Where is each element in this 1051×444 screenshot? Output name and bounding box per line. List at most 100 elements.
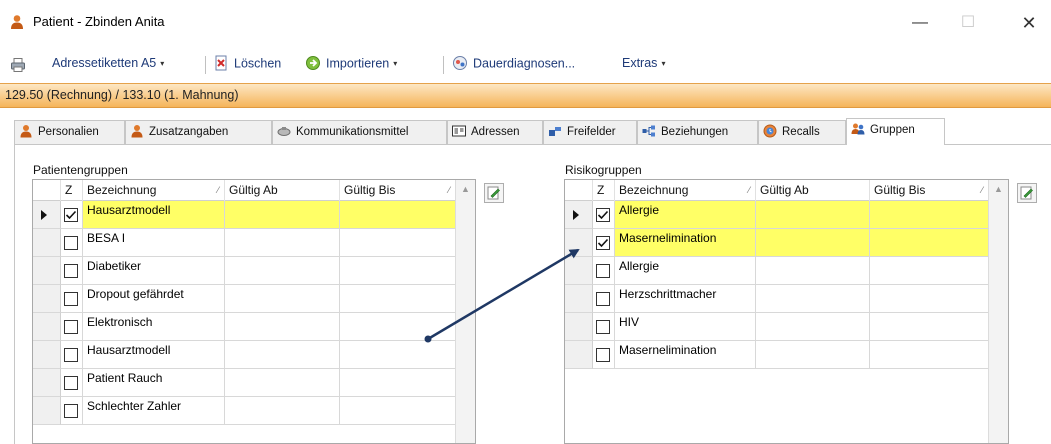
table-row[interactable]: Schlechter Zahler [33,397,455,425]
risk-groups-grid[interactable]: Z Bezeichnung ⁄ Gültig Ab Gültig Bis ⁄ All… [564,179,1009,444]
group-name-cell[interactable]: Elektronisch [83,313,225,341]
row-indicator[interactable] [33,313,61,341]
table-row[interactable]: Masernelimination [565,341,988,369]
group-name-cell[interactable]: Dropout gefährdet [83,285,225,313]
row-indicator[interactable] [33,285,61,313]
valid-to-cell[interactable] [340,369,455,397]
row-indicator[interactable] [33,229,61,257]
valid-from-cell[interactable] [225,313,340,341]
valid-from-cell[interactable] [225,257,340,285]
checkbox-checked[interactable] [596,236,610,250]
scroll-up-icon[interactable]: ▲ [461,184,470,194]
group-name-cell[interactable]: Hausarztmodell [83,201,225,229]
valid-to-cell[interactable] [340,313,455,341]
table-row[interactable]: Hausarztmodell [33,201,455,229]
valid-to-cell[interactable] [340,201,455,229]
column-header-valid-to[interactable]: Gültig Bis ⁄ [870,180,988,201]
tab-personalien[interactable]: Personalien [14,120,125,144]
chevron-down-icon[interactable]: ▾ [393,59,397,68]
valid-from-cell[interactable] [756,257,870,285]
checkbox-checked[interactable] [596,208,610,222]
maximize-button[interactable]: ☐ [945,8,991,38]
extras-menu[interactable]: Extras ▾ [622,56,665,74]
tab-beziehungen[interactable]: Beziehungen [637,120,758,144]
tab-adressen[interactable]: Adressen [447,120,543,144]
row-indicator[interactable] [33,369,61,397]
checkbox[interactable] [596,264,610,278]
valid-from-cell[interactable] [225,285,340,313]
checkbox[interactable] [596,348,610,362]
valid-to-cell[interactable] [870,229,988,257]
group-name-cell[interactable]: BESA I [83,229,225,257]
valid-to-cell[interactable] [340,397,455,425]
tab-kommunikationsmittel[interactable]: Kommunikationsmittel [272,120,447,144]
chevron-down-icon[interactable]: ▾ [661,59,665,68]
group-name-cell[interactable]: Masernelimination [615,229,756,257]
import-button[interactable]: Importieren ▾ [305,56,397,74]
row-indicator[interactable] [33,397,61,425]
vertical-scrollbar[interactable]: ▲ [455,180,475,443]
table-row[interactable]: Masernelimination [565,229,988,257]
valid-from-cell[interactable] [225,341,340,369]
table-row[interactable]: Diabetiker [33,257,455,285]
checkbox[interactable] [64,348,78,362]
vertical-scrollbar[interactable]: ▲ [988,180,1008,443]
table-row[interactable]: HIV [565,313,988,341]
table-row[interactable]: Dropout gefährdet [33,285,455,313]
row-indicator[interactable] [565,229,593,257]
valid-to-cell[interactable] [870,201,988,229]
checkbox[interactable] [64,404,78,418]
chevron-down-icon[interactable]: ▾ [160,59,164,68]
group-name-cell[interactable]: Herzschrittmacher [615,285,756,313]
valid-to-cell[interactable] [870,257,988,285]
checkbox[interactable] [64,376,78,390]
valid-from-cell[interactable] [756,201,870,229]
minimize-button[interactable]: — [897,8,943,38]
valid-from-cell[interactable] [756,285,870,313]
table-row[interactable]: Hausarztmodell [33,341,455,369]
row-indicator[interactable] [565,341,593,369]
tab-zusatzangaben[interactable]: Zusatzangaben [125,120,272,144]
row-indicator[interactable] [33,341,61,369]
tab-gruppen[interactable]: Gruppen [846,118,945,145]
table-row[interactable]: BESA I [33,229,455,257]
valid-from-cell[interactable] [225,201,340,229]
checkbox[interactable] [64,320,78,334]
checkbox[interactable] [64,236,78,250]
row-indicator[interactable] [565,257,593,285]
patient-groups-grid[interactable]: Z Bezeichnung ⁄ Gültig Ab Gültig Bis ⁄ Hau… [32,179,476,444]
tab-freifelder[interactable]: Freifelder [543,120,637,144]
group-name-cell[interactable]: Patient Rauch [83,369,225,397]
column-header-name[interactable]: Bezeichnung ⁄ [83,180,225,201]
valid-to-cell[interactable] [340,341,455,369]
valid-to-cell[interactable] [870,341,988,369]
valid-from-cell[interactable] [756,229,870,257]
tab-recalls[interactable]: Recalls [758,120,846,144]
edit-risk-groups-button[interactable] [1017,183,1037,203]
group-name-cell[interactable]: Masernelimination [615,341,756,369]
column-header-valid-to[interactable]: Gültig Bis ⁄ [340,180,455,201]
valid-from-cell[interactable] [756,313,870,341]
edit-patient-groups-button[interactable] [484,183,504,203]
row-indicator[interactable] [565,201,593,229]
valid-to-cell[interactable] [870,285,988,313]
valid-to-cell[interactable] [340,257,455,285]
checkbox[interactable] [596,320,610,334]
row-indicator[interactable] [565,313,593,341]
valid-to-cell[interactable] [340,285,455,313]
permanent-diagnoses-button[interactable]: Dauerdiagnosen... [452,56,575,74]
column-header-z[interactable]: Z [61,180,83,201]
checkbox[interactable] [64,264,78,278]
checkbox-checked[interactable] [64,208,78,222]
checkbox[interactable] [596,292,610,306]
address-labels-button[interactable]: Adressetiketten A5 ▾ [52,56,164,74]
column-header-valid-from[interactable]: Gültig Ab [756,180,870,201]
delete-button[interactable]: Löschen [213,55,281,74]
valid-from-cell[interactable] [756,341,870,369]
valid-from-cell[interactable] [225,397,340,425]
group-name-cell[interactable]: Allergie [615,257,756,285]
row-indicator[interactable] [33,201,61,229]
table-row[interactable]: Allergie [565,201,988,229]
row-indicator[interactable] [33,257,61,285]
close-button[interactable]: ✕ [1006,8,1051,38]
